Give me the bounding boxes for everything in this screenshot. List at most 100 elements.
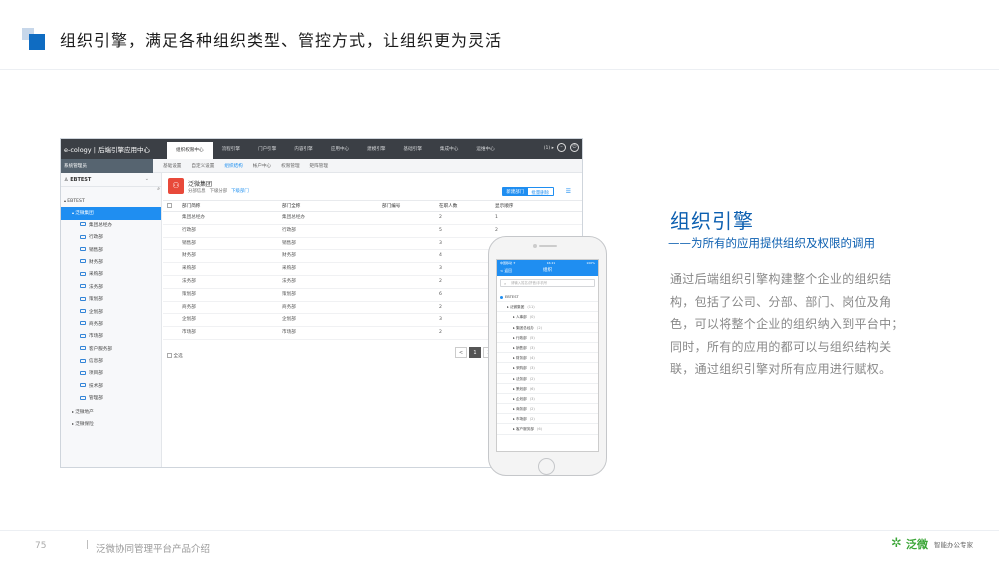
column-header[interactable]: 在职人数 xyxy=(439,201,495,211)
table-cell: 3 xyxy=(439,266,442,272)
top-tab[interactable]: 门户引擎 xyxy=(249,139,285,159)
phone-tree-node[interactable]: ▸ 集团总经办 (2) xyxy=(497,323,598,333)
top-tab[interactable]: 基础引擎 xyxy=(395,139,431,159)
clock: 16:21 xyxy=(546,260,556,265)
tree-node[interactable]: 市场部 xyxy=(61,331,161,343)
tree-node[interactable]: 行政部 xyxy=(61,232,161,244)
column-header[interactable]: 部门全称 xyxy=(282,201,382,211)
chevron-down-icon[interactable]: ⌄ xyxy=(145,176,149,182)
page-button[interactable]: < xyxy=(455,347,467,358)
phone-tree-node[interactable]: ▸ 财务部 (4) xyxy=(497,353,598,364)
tree-node[interactable]: ▸ 泛微地产 xyxy=(61,406,161,418)
phone-tree-count: (2) xyxy=(529,376,535,381)
top-tab[interactable]: 运维中心 xyxy=(467,139,503,159)
sub-tab[interactable]: 权限管理 xyxy=(281,163,299,169)
tree-node[interactable]: 项目部 xyxy=(61,368,161,380)
column-header[interactable]: 部门简称 xyxy=(182,201,282,211)
tree-node[interactable]: 策划部 xyxy=(61,294,161,306)
tree-node[interactable]: 商务部 xyxy=(61,319,161,331)
top-tab[interactable]: 集成中心 xyxy=(431,139,467,159)
tree-node[interactable]: 技术部 xyxy=(61,381,161,393)
table-header-row: 部门简称 部门全称 部门编号 在职人数 显示顺序 xyxy=(163,200,582,212)
tree-node[interactable]: 集团总经办 xyxy=(61,220,161,232)
sub-tab[interactable]: 帐户中心 xyxy=(253,163,271,169)
column-header[interactable]: 显示顺序 xyxy=(495,201,555,211)
list-view-icon[interactable]: ☰ xyxy=(566,188,571,195)
phone-tree-node[interactable]: EBTEST xyxy=(497,292,598,303)
tree-node-label: 泛微保险 xyxy=(75,422,94,428)
top-tab[interactable]: 建模引擎 xyxy=(358,139,394,159)
folder-icon xyxy=(80,259,86,264)
tree-node[interactable]: 采购部 xyxy=(61,269,161,281)
phone-tree-node[interactable]: ▸ 企划部 (3) xyxy=(497,394,598,405)
feature-description: 通过后端组织引擎构建整个企业的组织结构，包括了公司、分部、部门、岗位及角色，可以… xyxy=(670,272,904,376)
tree-node[interactable]: 管理部 xyxy=(61,393,161,405)
phone-tree-node[interactable]: ▸ 人事部 (0) xyxy=(497,312,598,323)
org-sub-tab[interactable]: 分部信息 xyxy=(188,188,206,194)
org-tree: ▴ EBTEST ▴ 泛微集团 集团总经办 行政部 销售部 财务部 采购部 法务部 策划部 企划部… xyxy=(61,195,161,430)
table-cell: 商务部 xyxy=(282,304,296,310)
tree-node[interactable]: 销售部 xyxy=(61,245,161,257)
phone-tree-node[interactable]: ▸ 市场部 (2) xyxy=(497,414,598,425)
phone-tree-node[interactable]: ▸ 销售部 (3) xyxy=(497,343,598,354)
tree-node-label: 客户服务部 xyxy=(89,346,112,352)
sub-tab[interactable]: 自定义设置 xyxy=(191,163,214,169)
tree-node[interactable]: 客户服务部 xyxy=(61,344,161,356)
tree-node[interactable]: 财务部 xyxy=(61,257,161,269)
phone-tree-count: (0) xyxy=(529,315,535,320)
footer-separator: | xyxy=(86,540,90,550)
table-cell xyxy=(382,276,439,288)
phone-tree-node[interactable]: ▸ 商务部 (2) xyxy=(497,404,598,415)
phone-tree-count: (4) xyxy=(529,356,535,361)
tree-node[interactable]: ▴ 泛微集团 xyxy=(61,207,161,220)
table-cell: 采购部 xyxy=(182,266,196,272)
row-checkbox-cell xyxy=(163,238,182,250)
new-department-button[interactable]: 新建部门 xyxy=(502,187,528,196)
tree-node[interactable]: ▴ EBTEST xyxy=(61,195,161,207)
tree-header[interactable]: ♙ EBTEST ⌄ ⌕ xyxy=(61,173,161,192)
top-tab[interactable]: 内容引擎 xyxy=(285,139,321,159)
page-number: 75 xyxy=(35,541,47,551)
folder-icon xyxy=(80,333,86,338)
phone-tree-node[interactable]: ▸ 策划部 (6) xyxy=(497,384,598,394)
system-menu[interactable]: 系统管理员 xyxy=(61,159,153,173)
phone-tree-node[interactable]: ▸ 采购部 (3) xyxy=(497,363,598,374)
column-header[interactable]: 部门编号 xyxy=(382,201,439,211)
power-icon[interactable]: ⏻ xyxy=(570,143,579,152)
sub-tab[interactable]: 矩阵管理 xyxy=(310,163,328,169)
batch-delete-button[interactable]: 批量删除 xyxy=(526,187,554,196)
table-row[interactable]: 集团总经办 集团总经办 2 1 xyxy=(163,212,582,225)
org-sub-tab[interactable]: 下级部门 xyxy=(231,188,249,194)
sub-tab[interactable]: 组织结构 xyxy=(224,163,242,169)
table-cell xyxy=(382,250,439,262)
phone-tree-node[interactable]: ▸ 行政部 (5) xyxy=(497,333,598,343)
select-all[interactable]: 全选 xyxy=(167,353,183,359)
org-sub-tab[interactable]: 下级分部 xyxy=(210,188,228,194)
minimize-icon[interactable]: – xyxy=(557,143,566,152)
sub-tab[interactable]: 基础设置 xyxy=(163,163,181,169)
home-button[interactable] xyxy=(538,458,555,475)
top-tab[interactable]: 组织权限中心 xyxy=(167,142,213,159)
select-checkbox[interactable] xyxy=(167,203,172,208)
org-sub-tabs: 分部信息 下级分部 下级部门 xyxy=(188,188,249,194)
battery: 100% xyxy=(586,260,595,265)
tree-node[interactable]: 信息部 xyxy=(61,356,161,368)
app-brand: e-cology | 后端引擎应用中心 xyxy=(64,146,150,154)
user-menu[interactable]: (1) ▸ xyxy=(544,146,554,151)
phone-tree-node[interactable]: ▸ 客户服务部 (6) xyxy=(497,424,598,435)
top-tab[interactable]: 应用中心 xyxy=(322,139,358,159)
search-icon[interactable]: ⌕ xyxy=(157,186,160,192)
phone-tree-node[interactable]: ▸ 法务部 (2) xyxy=(497,374,598,384)
phone-tree-node[interactable]: ▸ 泛微集团 (11) xyxy=(497,302,598,313)
select-all-checkbox[interactable] xyxy=(167,353,172,358)
page-button[interactable]: 1 xyxy=(469,347,481,358)
tree-node[interactable]: 法务部 xyxy=(61,282,161,294)
tree-node[interactable]: ▸ 泛微保险 xyxy=(61,418,161,430)
footer-divider xyxy=(0,530,999,531)
phone-camera xyxy=(533,244,537,248)
top-tab[interactable]: 流程引擎 xyxy=(213,139,249,159)
phone-search-input[interactable]: ⌕ 请输入姓名/拼音/手机号 xyxy=(500,279,595,287)
tree-node[interactable]: 企划部 xyxy=(61,307,161,319)
row-checkbox-cell xyxy=(163,327,182,339)
back-button[interactable]: < 返回 xyxy=(500,265,512,276)
